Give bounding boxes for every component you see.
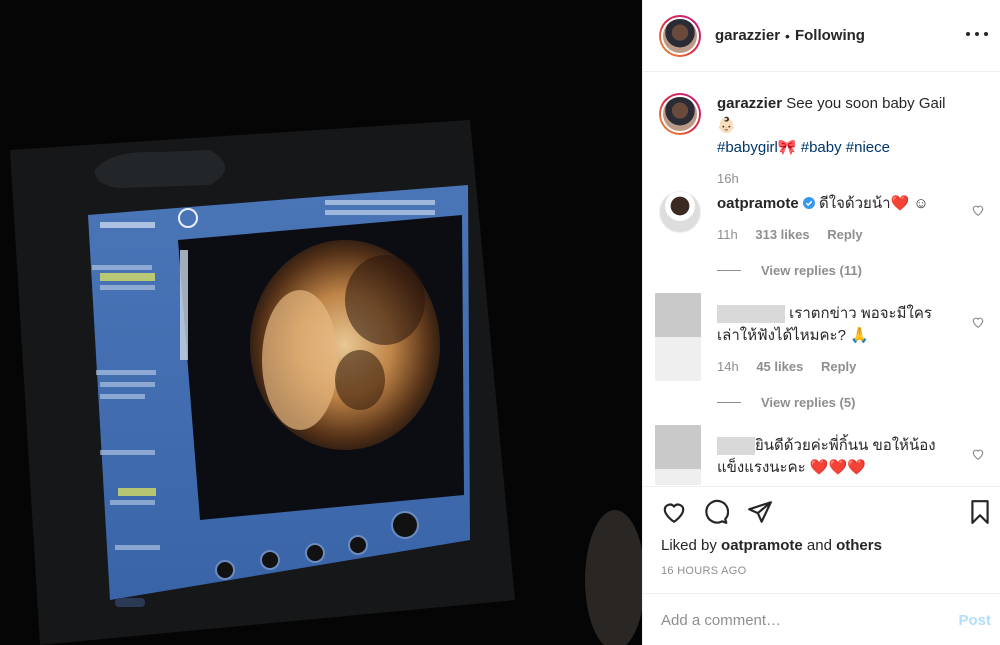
bookmark-icon[interactable] [967, 499, 993, 525]
comment-username-redacted[interactable] [717, 437, 755, 456]
view-replies-button[interactable]: View replies (5) [717, 395, 855, 410]
action-icons [659, 499, 993, 529]
share-icon[interactable] [747, 499, 773, 525]
post-media-video[interactable] [0, 0, 642, 645]
comment-like-heart-icon[interactable] [971, 203, 985, 217]
add-comment-bar: Add a comment… Post [643, 593, 1000, 645]
view-replies-button[interactable]: View replies (11) [717, 263, 862, 278]
comment-body-line1: เราตกข่าว พอจะมีใคร [789, 305, 932, 322]
caption-text: garazzier See you soon baby Gail 👶🏻 #bab… [717, 93, 967, 159]
liked-and: and [806, 537, 832, 554]
caption: garazzier See you soon baby Gail 👶🏻 #bab… [659, 93, 985, 186]
comment-avatar[interactable] [659, 191, 701, 233]
comment-likes[interactable]: 45 likes [756, 359, 803, 374]
reply-button[interactable]: Reply [827, 227, 862, 242]
avatar[interactable] [659, 14, 701, 57]
comment-body-line1: ยินดีด้วยค่ะพี่กิ้นน ขอให้น้อง [755, 437, 936, 454]
comment-input[interactable]: Add a comment… [661, 612, 781, 629]
liked-user[interactable]: oatpramote [721, 537, 803, 554]
hearts-emoji: ❤️❤️❤️ [809, 459, 866, 476]
hashtag-niece[interactable]: #niece [846, 139, 890, 156]
verified-badge-icon [802, 197, 815, 209]
post-actions: Liked by oatpramote and others 16 HOURS … [643, 486, 1000, 645]
caption-avatar[interactable] [659, 93, 701, 135]
reply-button[interactable]: Reply [821, 359, 856, 374]
caption-meta: 16h [717, 171, 753, 186]
comment-username-redacted[interactable] [717, 305, 785, 324]
post-username[interactable]: garazzier [715, 27, 780, 44]
comments-list: garazzier See you soon baby Gail 👶🏻 #bab… [643, 73, 1000, 485]
comment-meta: 14h 45 likes Reply [717, 359, 870, 374]
comment-body: ดีใจด้วยน้า [819, 195, 891, 212]
comment-item: ยินดีด้วยค่ะพี่กิ้นน ขอให้น้อง แข็งแรงนะ… [655, 425, 985, 485]
caption-time[interactable]: 16h [717, 171, 739, 186]
comment-emoji: ❤️ ☺ [890, 195, 929, 212]
comment-item: oatpramote ดีใจด้วยน้า❤️ ☺ 11h 313 likes… [659, 191, 985, 281]
hashtag-baby[interactable]: #baby [801, 139, 842, 156]
caption-username[interactable]: garazzier [717, 95, 782, 112]
caption-body: See you soon baby Gail [786, 95, 946, 112]
hashtag-babygirl[interactable]: #babygirl [717, 139, 778, 156]
comment-text: oatpramote ดีใจด้วยน้า❤️ ☺ [717, 193, 967, 215]
post-header: garazzier • Following [643, 0, 1000, 72]
comment-text: เราตกข่าว พอจะมีใคร เล่าให้ฟังได้ไหมคะ? … [717, 303, 967, 347]
comment-icon[interactable] [703, 499, 729, 525]
comment-avatar[interactable] [655, 293, 701, 381]
comment-body-line2: เล่าให้ฟังได้ไหมคะ? [717, 327, 846, 344]
comment-time[interactable]: 11h [717, 227, 738, 242]
comment-text: ยินดีด้วยค่ะพี่กิ้นน ขอให้น้อง แข็งแรงนะ… [717, 435, 967, 479]
post-button[interactable]: Post [958, 612, 991, 629]
ultrasound-monitor-image [0, 0, 642, 645]
comment-avatar[interactable] [655, 425, 701, 485]
pray-emoji: 🙏 [850, 327, 869, 344]
more-icon[interactable] [966, 24, 988, 44]
baby-emoji: 👶🏻 [717, 117, 736, 134]
comment-likes[interactable]: 313 likes [755, 227, 809, 242]
following-button[interactable]: Following [795, 27, 865, 44]
ribbon-emoji: 🎀 [777, 139, 797, 156]
liked-prefix: Liked by [661, 537, 717, 554]
header-separator: • [785, 27, 790, 44]
comment-like-heart-icon[interactable] [971, 447, 985, 461]
comment-body-line2: แข็งแรงนะคะ [717, 459, 806, 476]
comment-item: เราตกข่าว พอจะมีใคร เล่าให้ฟังได้ไหมคะ? … [655, 293, 985, 413]
post-sidebar: garazzier • Following garazzier See you … [642, 0, 1000, 645]
heart-icon[interactable] [661, 499, 687, 525]
comment-time[interactable]: 14h [717, 359, 739, 374]
liked-others[interactable]: others [836, 537, 882, 554]
liked-by: Liked by oatpramote and others [661, 537, 882, 554]
comment-meta: 11h 313 likes Reply [717, 227, 877, 242]
post-timestamp[interactable]: 16 HOURS AGO [661, 565, 747, 577]
comment-like-heart-icon[interactable] [971, 315, 985, 329]
comment-username[interactable]: oatpramote [717, 195, 799, 212]
